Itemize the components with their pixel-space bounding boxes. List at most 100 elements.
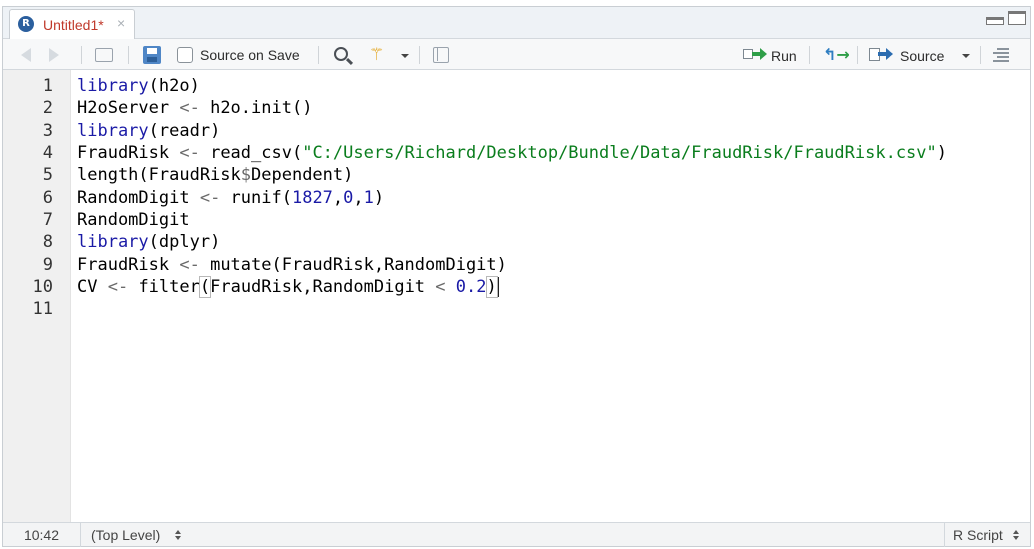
code-line[interactable]: FraudRisk <- read_csv("C:/Users/Richard/…	[77, 142, 947, 164]
code-token: FraudRisk	[77, 143, 180, 163]
code-token: $	[240, 165, 252, 185]
code-line[interactable]: H2oServer <- h2o.init()	[77, 97, 312, 119]
document-outline-icon[interactable]	[433, 47, 449, 63]
code-token: filter	[128, 277, 200, 297]
line-number-gutter: 1 2 3 4 5 6 7 8 9 10 11	[3, 70, 71, 522]
line-number: 7	[42, 210, 53, 230]
close-icon[interactable]: ×	[117, 15, 125, 31]
code-token: ,	[332, 188, 344, 208]
show-in-new-window-icon[interactable]	[95, 48, 113, 62]
code-token: h2o.init()	[199, 98, 313, 118]
code-token: (readr)	[148, 121, 221, 141]
cursor-position: 10:42	[3, 523, 81, 547]
toolbar-divider	[419, 46, 420, 64]
scope-selector[interactable]: (Top Level)	[91, 523, 160, 547]
code-token: CV	[77, 277, 108, 297]
code-token: )	[373, 188, 385, 208]
chevron-down-icon[interactable]	[401, 54, 409, 58]
line-number: 11	[32, 299, 53, 319]
line-number: 1	[42, 76, 53, 96]
source-button[interactable]: Source	[900, 48, 944, 64]
code-token: "C:/Users/Richard/Desktop/Bundle/Data/Fr…	[302, 143, 937, 163]
line-number: 6	[42, 188, 53, 208]
text-cursor	[497, 277, 500, 297]
code-token: 0.2	[455, 277, 487, 297]
source-icon[interactable]	[869, 47, 893, 61]
code-token: <	[435, 277, 446, 297]
code-token: library	[77, 232, 149, 252]
line-number: 8	[42, 232, 53, 252]
code-line[interactable]: CV <- filter(FraudRisk,RandomDigit < 0.2…	[77, 276, 500, 298]
tab-title: Untitled1*	[43, 17, 104, 33]
code-editor[interactable]: 1 2 3 4 5 6 7 8 9 10 11 library(h2o) H2o…	[3, 70, 1030, 522]
code-line[interactable]: RandomDigit	[77, 209, 190, 231]
code-token: H2oServer	[77, 98, 180, 118]
code-token: FraudRisk,RandomDigit	[210, 277, 436, 297]
code-token: )	[936, 143, 948, 163]
up-down-chevron-icon[interactable]	[175, 530, 181, 541]
scope-label: (Top Level)	[91, 527, 161, 543]
code-token: ,	[353, 188, 364, 208]
line-number: 4	[42, 143, 53, 163]
run-button[interactable]: Run	[771, 48, 797, 64]
code-token: FraudRisk	[77, 255, 180, 275]
source-on-save-checkbox[interactable]	[177, 47, 193, 63]
magic-wand-icon[interactable]: ⚚	[369, 45, 384, 65]
editor-toolbar: Source on Save ⚚ Run ↰→ Source	[3, 39, 1030, 70]
save-icon[interactable]	[143, 46, 161, 64]
code-line[interactable]: RandomDigit <- runif(1827,0,1)	[77, 187, 384, 209]
status-bar: 10:42 (Top Level) R Script	[3, 522, 1030, 547]
code-line[interactable]: library(readr)	[77, 120, 220, 142]
toolbar-divider	[128, 46, 129, 64]
toolbar-divider	[81, 46, 82, 64]
search-icon[interactable]	[334, 47, 348, 61]
code-token: 1	[363, 188, 374, 208]
minimize-pane-icon[interactable]	[986, 17, 1004, 25]
code-token: length(FraudRisk	[77, 165, 241, 185]
r-script-icon: R	[18, 16, 34, 32]
toolbar-divider	[980, 46, 981, 64]
code-token: <-	[179, 143, 200, 163]
code-line[interactable]: library(h2o)	[77, 75, 200, 97]
run-icon[interactable]	[743, 47, 767, 61]
code-token: 1827	[291, 188, 333, 208]
code-line[interactable]: length(FraudRisk$Dependent)	[77, 164, 353, 186]
code-line[interactable]: library(dplyr)	[77, 231, 220, 253]
source-editor-pane: R Untitled1* × Source on Save ⚚ Run ↰→ S…	[2, 6, 1031, 547]
up-down-chevron-icon[interactable]	[1013, 530, 1019, 541]
rerun-icon[interactable]: ↰→	[823, 45, 850, 64]
back-arrow-icon[interactable]	[21, 48, 31, 62]
code-token: <-	[179, 255, 200, 275]
line-number: 2	[42, 98, 53, 118]
tab-bar: R Untitled1* ×	[3, 7, 1030, 40]
tab-untitled1[interactable]: R Untitled1* ×	[9, 9, 135, 40]
code-token: (h2o)	[148, 76, 200, 96]
code-token: RandomDigit	[77, 188, 200, 208]
toolbar-divider	[857, 46, 858, 64]
toolbar-divider	[809, 46, 810, 64]
forward-arrow-icon[interactable]	[49, 48, 59, 62]
line-number: 5	[42, 165, 53, 185]
code-token: read_csv(	[199, 143, 303, 163]
source-on-save-label[interactable]: Source on Save	[200, 47, 300, 63]
code-token: RandomDigit	[77, 210, 190, 230]
code-token: library	[77, 76, 149, 96]
code-token: mutate(FraudRisk,RandomDigit)	[199, 255, 507, 275]
code-token: <-	[179, 98, 200, 118]
document-outline-lines-icon[interactable]	[993, 48, 1009, 62]
matched-bracket: )	[485, 276, 498, 298]
matched-bracket: (	[198, 276, 212, 298]
language-label: R Script	[953, 527, 1003, 543]
chevron-down-icon[interactable]	[962, 54, 970, 58]
line-number: 3	[42, 121, 53, 141]
line-number: 10	[32, 277, 53, 297]
code-token: <-	[107, 277, 129, 297]
code-token: 0	[343, 188, 354, 208]
code-token: (dplyr)	[148, 232, 221, 252]
code-line[interactable]: FraudRisk <- mutate(FraudRisk,RandomDigi…	[77, 254, 507, 276]
code-token: <-	[199, 188, 221, 208]
code-token: library	[77, 121, 149, 141]
maximize-pane-icon[interactable]	[1008, 11, 1026, 25]
line-number: 9	[42, 255, 53, 275]
